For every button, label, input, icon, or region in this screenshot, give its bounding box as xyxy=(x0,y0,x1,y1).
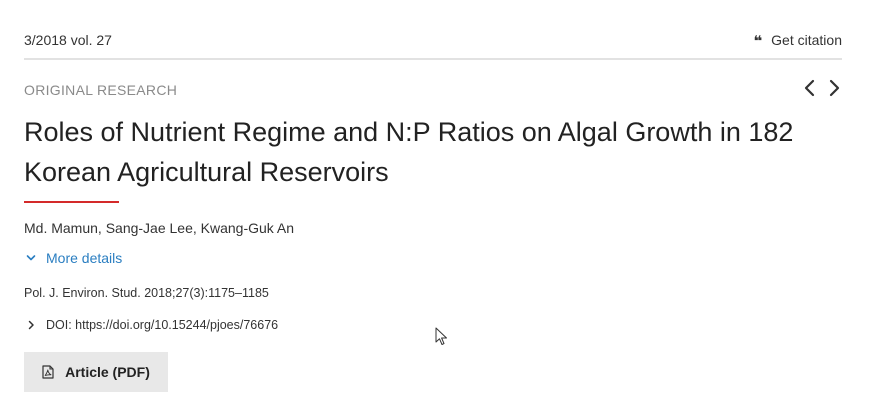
article-authors: Md. Mamun, Sang-Jae Lee, Kwang-Guk An xyxy=(24,220,295,236)
article-category: ORIGINAL RESEARCH xyxy=(24,82,178,98)
doi-text[interactable]: DOI: https://doi.org/10.15244/pjoes/7667… xyxy=(46,318,278,332)
more-details-toggle[interactable]: More details xyxy=(24,250,122,266)
journal-citation: Pol. J. Environ. Stud. 2018;27(3):1175–1… xyxy=(24,286,269,300)
get-citation-button[interactable]: ❝ Get citation xyxy=(753,32,842,50)
pdf-icon xyxy=(42,365,54,379)
article-pdf-button[interactable]: Article (PDF) xyxy=(24,352,168,392)
more-details-label: More details xyxy=(46,250,123,266)
chevron-down-icon xyxy=(26,255,36,261)
article-pdf-label: Article (PDF) xyxy=(65,364,150,380)
next-article-icon[interactable] xyxy=(828,78,842,98)
issue-info: 3/2018 vol. 27 xyxy=(24,32,112,48)
title-underline xyxy=(24,201,119,203)
chevron-right-icon[interactable] xyxy=(27,320,35,330)
mouse-cursor-icon xyxy=(435,327,447,345)
article-title: Roles of Nutrient Regime and N:P Ratios … xyxy=(24,117,794,187)
get-citation-label: Get citation xyxy=(771,32,842,48)
article-navigation xyxy=(802,78,842,98)
issue-header: 3/2018 vol. 27 ❝ Get citation xyxy=(24,28,842,60)
previous-article-icon[interactable] xyxy=(802,78,816,98)
doi-row[interactable]: DOI: https://doi.org/10.15244/pjoes/7667… xyxy=(24,318,278,332)
quote-icon: ❝ xyxy=(753,32,763,50)
